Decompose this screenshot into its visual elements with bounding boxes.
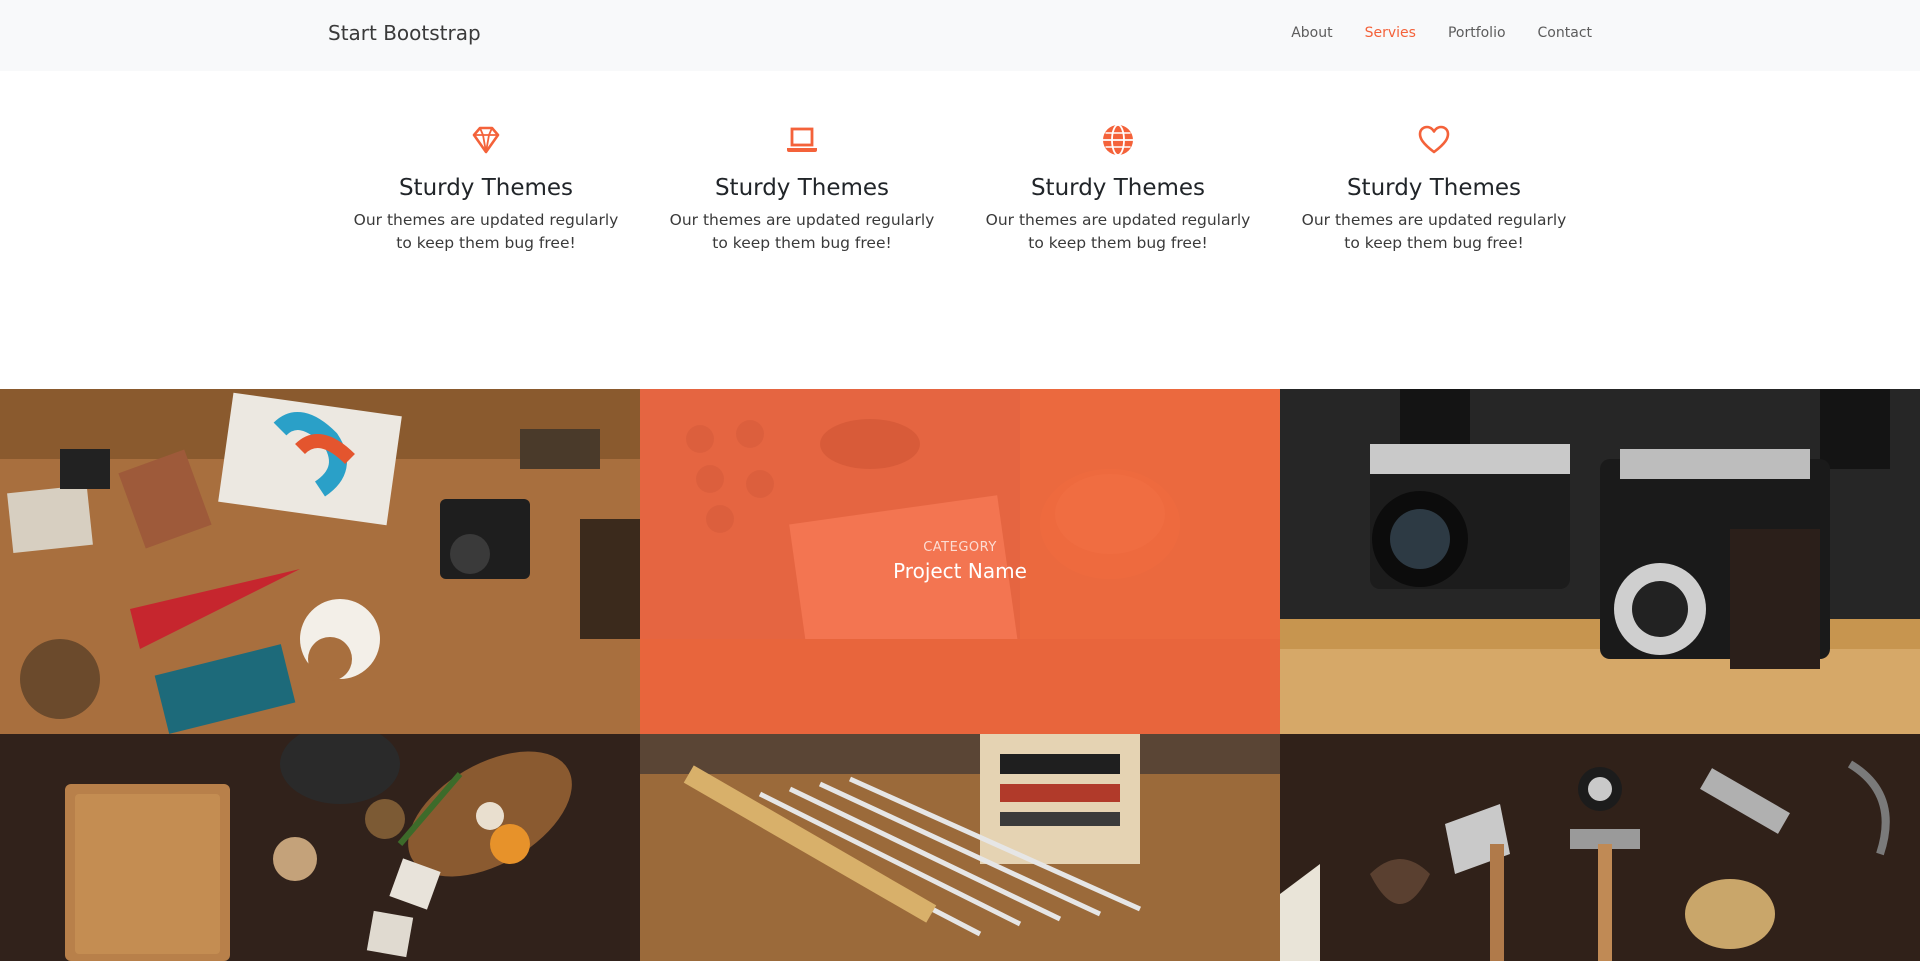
- portfolio-grid: CATEGORY Project Name: [0, 389, 1920, 961]
- service-description: Our themes are updated regularly to keep…: [669, 211, 935, 252]
- portfolio-item[interactable]: [640, 734, 1280, 961]
- brand-link[interactable]: Start Bootstrap: [328, 21, 481, 45]
- tools-photo: [1280, 734, 1920, 961]
- service-title: Sturdy Themes: [1030, 175, 1206, 201]
- desk-flatlay-photo: [0, 389, 640, 734]
- portfolio-item[interactable]: [0, 389, 640, 734]
- portfolio-category: CATEGORY: [923, 540, 997, 555]
- nav-link-about[interactable]: About: [1291, 25, 1332, 41]
- service-description: Our themes are updated regularly to keep…: [353, 211, 619, 252]
- paint-brushes-photo: [640, 734, 1280, 961]
- globe-icon: [1103, 124, 1133, 156]
- heart-icon: [1418, 125, 1450, 154]
- nav-link-contact[interactable]: Contact: [1538, 25, 1592, 41]
- services-section: Sturdy Themes Our themes are updated reg…: [328, 71, 1592, 389]
- laptop-icon: [787, 127, 817, 152]
- portfolio-item-hovered[interactable]: CATEGORY Project Name: [640, 389, 1280, 734]
- portfolio-item[interactable]: [0, 734, 640, 961]
- service-description: Our themes are updated regularly to keep…: [985, 211, 1251, 252]
- nav-link-portfolio[interactable]: Portfolio: [1448, 25, 1506, 41]
- nav-link-services[interactable]: Servies: [1365, 25, 1416, 41]
- service-card: Sturdy Themes Our themes are updated reg…: [1276, 71, 1592, 389]
- service-card: Sturdy Themes Our themes are updated reg…: [328, 71, 644, 389]
- gem-icon: [472, 126, 500, 154]
- navbar: Start Bootstrap About Servies Portfolio …: [0, 0, 1920, 71]
- portfolio-item[interactable]: [1280, 734, 1920, 961]
- portfolio-hover-overlay: CATEGORY Project Name: [640, 389, 1280, 734]
- portfolio-project-name: Project Name: [893, 559, 1027, 583]
- service-card: Sturdy Themes Our themes are updated reg…: [644, 71, 960, 389]
- kitchen-spices-photo: [0, 734, 640, 961]
- portfolio-item[interactable]: [1280, 389, 1920, 734]
- service-title: Sturdy Themes: [1346, 175, 1522, 201]
- vintage-cameras-photo: [1280, 389, 1920, 734]
- service-description: Our themes are updated regularly to keep…: [1301, 211, 1567, 252]
- service-card: Sturdy Themes Our themes are updated reg…: [960, 71, 1276, 389]
- nav-links: About Servies Portfolio Contact: [1291, 25, 1592, 41]
- service-title: Sturdy Themes: [714, 175, 890, 201]
- service-title: Sturdy Themes: [398, 175, 574, 201]
